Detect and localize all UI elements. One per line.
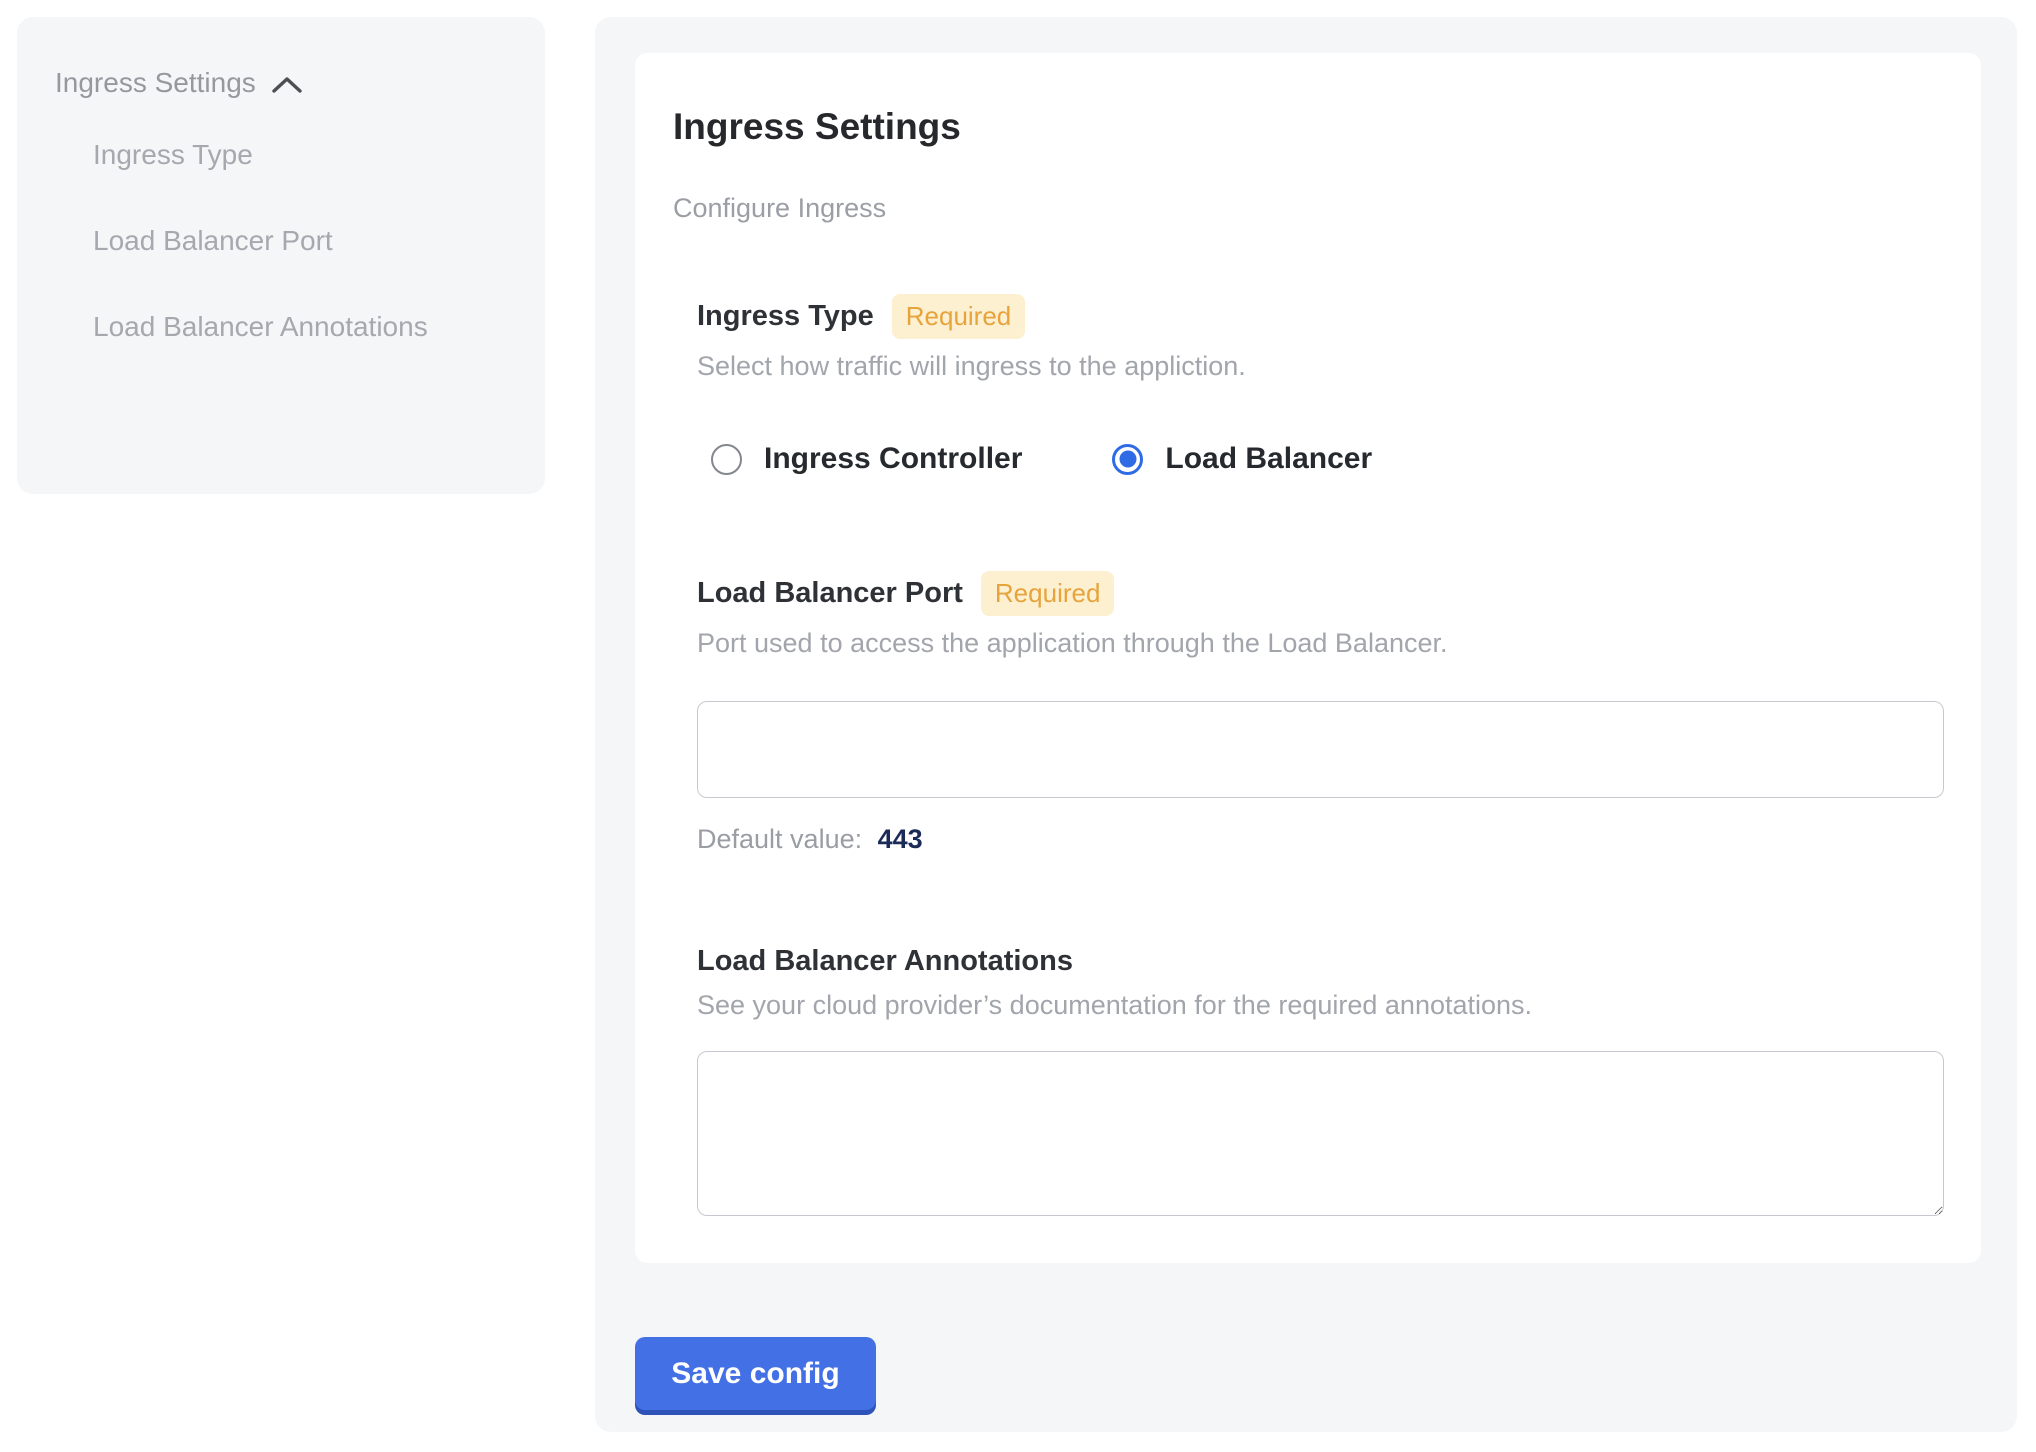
radio-unselected-icon[interactable] bbox=[711, 444, 742, 475]
page-title: Ingress Settings bbox=[673, 105, 1943, 149]
radio-selected-icon[interactable] bbox=[1112, 444, 1143, 475]
ingress-settings-card: Ingress Settings Configure Ingress Ingre… bbox=[635, 53, 1981, 1263]
sidebar-item-list: Ingress Type Load Balancer Port Load Bal… bbox=[93, 125, 517, 357]
load-balancer-port-label: Load Balancer Port bbox=[697, 577, 963, 610]
load-balancer-port-description: Port used to access the application thro… bbox=[697, 628, 1943, 659]
ingress-type-label-row: Ingress Type Required bbox=[697, 294, 1943, 339]
main-panel: Ingress Settings Configure Ingress Ingre… bbox=[595, 17, 2017, 1432]
save-config-button[interactable]: Save config bbox=[635, 1337, 876, 1410]
load-balancer-annotations-description: See your cloud provider’s documentation … bbox=[697, 990, 1943, 1021]
default-value-row: Default value: 443 bbox=[697, 824, 1943, 855]
sidebar-group-ingress-settings[interactable]: Ingress Settings bbox=[55, 67, 517, 99]
ingress-type-description: Select how traffic will ingress to the a… bbox=[697, 351, 1943, 382]
ingress-type-label: Ingress Type bbox=[697, 300, 874, 333]
chevron-up-icon bbox=[272, 76, 302, 94]
default-value-number: 443 bbox=[878, 824, 923, 854]
section-load-balancer-port: Load Balancer Port Required Port used to… bbox=[697, 571, 1943, 855]
required-badge: Required bbox=[892, 294, 1026, 339]
radio-option-load-balancer[interactable]: Load Balancer bbox=[1112, 442, 1372, 476]
settings-nav-sidebar: Ingress Settings Ingress Type Load Balan… bbox=[17, 17, 545, 494]
ingress-type-radio-group: Ingress Controller Load Balancer bbox=[711, 442, 1943, 476]
page-subtitle: Configure Ingress bbox=[673, 193, 1943, 224]
radio-label-ingress-controller: Ingress Controller bbox=[764, 442, 1022, 476]
radio-label-load-balancer: Load Balancer bbox=[1165, 442, 1372, 476]
sidebar-item-ingress-type[interactable]: Ingress Type bbox=[93, 125, 493, 185]
radio-option-ingress-controller[interactable]: Ingress Controller bbox=[711, 442, 1022, 476]
load-balancer-annotations-label-row: Load Balancer Annotations bbox=[697, 945, 1943, 978]
sidebar-item-load-balancer-annotations[interactable]: Load Balancer Annotations bbox=[93, 297, 493, 357]
section-ingress-type: Ingress Type Required Select how traffic… bbox=[697, 294, 1943, 476]
load-balancer-annotations-label: Load Balancer Annotations bbox=[697, 945, 1073, 978]
load-balancer-port-label-row: Load Balancer Port Required bbox=[697, 571, 1943, 616]
required-badge: Required bbox=[981, 571, 1115, 616]
sidebar-group-label: Ingress Settings bbox=[55, 67, 256, 99]
sidebar-item-load-balancer-port[interactable]: Load Balancer Port bbox=[93, 211, 493, 271]
page: Ingress Settings Ingress Type Load Balan… bbox=[0, 0, 2036, 1452]
default-value-label: Default value: bbox=[697, 824, 862, 854]
load-balancer-port-input[interactable] bbox=[697, 701, 1944, 798]
load-balancer-annotations-textarea[interactable] bbox=[697, 1051, 1944, 1216]
section-load-balancer-annotations: Load Balancer Annotations See your cloud… bbox=[697, 945, 1943, 1216]
